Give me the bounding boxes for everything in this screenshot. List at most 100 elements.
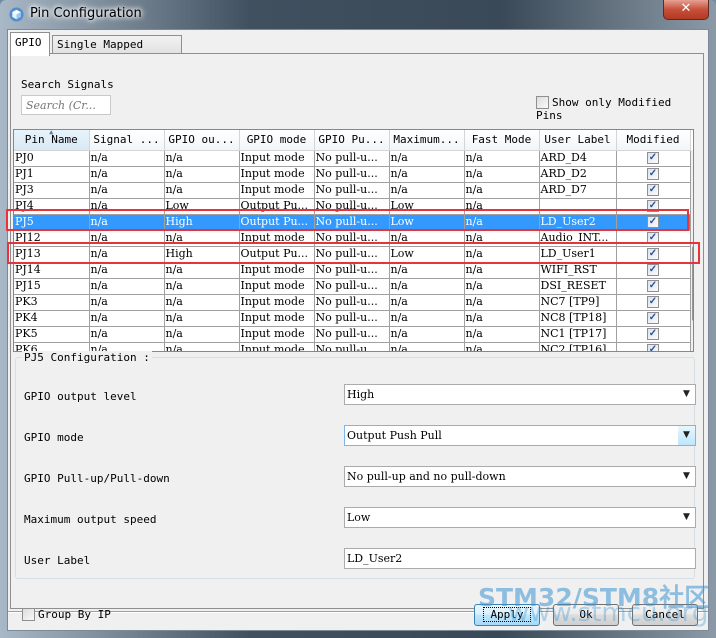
dropdown-arrow-icon[interactable]: ▼ [678,508,695,527]
gpio-pull-select[interactable]: No pull-up and no pull-down ▼ [344,466,696,487]
signal-cell: n/a [89,246,165,263]
search-signals-input[interactable] [21,95,111,115]
user-label-input[interactable]: LD_User2 [344,548,696,569]
modified-checkbox-checked-icon[interactable]: ✓ [647,280,659,292]
table-row[interactable]: PJ4 n/a Low Output Pu... No pull-u... Low n/a ✓ [14,198,691,215]
gpio-pull-cell: No pull-u... [314,326,390,343]
modified-cell: ✓ [616,246,691,263]
gpio-pull-cell: No pull-u... [314,278,390,295]
gpio-mode-select[interactable]: Output Push Pull ▼ [344,425,696,446]
pin-name-cell: PJ4 [14,198,90,215]
gpio-output-cell: n/a [164,230,240,247]
column-header-gpio-output[interactable]: GPIO ou... [164,130,240,151]
gpio-pull-cell: No pull-u... [314,246,390,263]
column-header-maximum-speed[interactable]: Maximum... [389,130,465,151]
gpio-mode-cell: Output Pu... [239,198,315,215]
dropdown-arrow-icon[interactable]: ▼ [678,426,695,445]
configuration-group-title: PJ5 Configuration : [22,351,152,364]
fast-mode-cell: n/a [464,342,540,351]
ok-button[interactable]: Ok [553,604,619,626]
close-button[interactable]: ✕ [663,0,709,20]
user-label-cell: ARD_D7 [539,182,617,199]
checkbox-unchecked-icon[interactable] [22,607,35,621]
maximum-speed-cell: n/a [389,182,465,199]
pin-name-cell: PJ3 [14,182,90,199]
gpio-output-cell: High [164,246,240,263]
apply-button[interactable]: Apply [474,604,540,626]
maximum-output-speed-value: Low [347,511,371,524]
user-label-cell: NC8 [TP18] [539,310,617,327]
maximum-output-speed-select[interactable]: Low ▼ [344,507,696,528]
table-row[interactable]: PJ14 n/a n/a Input mode No pull-u... n/a n/a WI… [14,262,691,279]
gpio-output-cell: n/a [164,262,240,279]
table-row[interactable]: PJ15 n/a n/a Input mode No pull-u... n/a n/a DS… [14,278,691,295]
title-bar[interactable]: Pin Configuration ✕ [0,0,716,29]
table-row[interactable]: PK4 n/a n/a Input mode No pull-u... n/a n/a NC8… [14,310,691,327]
modified-checkbox-checked-icon[interactable]: ✓ [647,168,659,180]
show-only-modified-pins-checkbox[interactable]: Show only Modified Pins [536,95,703,122]
modified-checkbox-checked-icon[interactable]: ✓ [647,184,659,196]
modified-checkbox-checked-icon[interactable]: ✓ [647,264,659,276]
window-title: Pin Configuration [30,6,142,21]
table-row[interactable]: PJ13 n/a High Output Pu... No pull-u... Low n/… [14,246,691,263]
modified-checkbox-checked-icon[interactable]: ✓ [647,152,659,164]
fast-mode-cell: n/a [464,262,540,279]
cancel-button[interactable]: Cancel [632,604,698,626]
signal-cell: n/a [89,214,165,231]
checkbox-unchecked-icon[interactable] [536,95,549,109]
table-row[interactable]: PJ5 n/a High Output Pu... No pull-u... Low n/a… [14,214,691,231]
dropdown-arrow-icon[interactable]: ▼ [678,467,695,486]
modified-checkbox-checked-icon[interactable]: ✓ [647,328,659,340]
fast-mode-cell: n/a [464,230,540,247]
gpio-pull-label: GPIO Pull-up/Pull-down [24,472,170,485]
tab-gpio[interactable]: GPIO [10,32,50,56]
column-header-gpio-pull[interactable]: GPIO Pu... [314,130,390,151]
table-row[interactable]: PJ3 n/a n/a Input mode No pull-u... n/a n/a ARD… [14,182,691,199]
table-row[interactable]: PK5 n/a n/a Input mode No pull-u... n/a n/a NC1… [14,326,691,343]
maximum-speed-cell: n/a [389,150,465,167]
scroll-down-arrow-icon[interactable]: ▼ [691,335,693,351]
modified-checkbox-checked-icon[interactable]: ✓ [647,216,659,228]
gpio-output-level-label: GPIO output level [24,390,137,403]
user-label-cell: LD_User1 [539,246,617,263]
table-vertical-scrollbar[interactable]: ▲ ≡ ▼ [691,150,693,351]
modified-cell: ✓ [616,150,691,167]
gpio-pull-cell: No pull-u... [314,342,390,351]
maximum-speed-cell: Low [389,246,465,263]
gpio-output-cell: n/a [164,278,240,295]
signal-cell: n/a [89,150,165,167]
dropdown-arrow-icon[interactable]: ▼ [678,385,695,404]
table-row[interactable]: PJ1 n/a n/a Input mode No pull-u... n/a n/a ARD… [14,166,691,183]
pin-name-cell: PJ12 [14,230,90,247]
column-header-gpio-mode[interactable]: GPIO mode [239,130,315,151]
table-row[interactable]: PK3 n/a n/a Input mode No pull-u... n/a n/a NC7… [14,294,691,311]
gpio-output-level-select[interactable]: High ▼ [344,384,696,405]
column-header-modified[interactable]: Modified [616,130,691,151]
modified-checkbox-checked-icon[interactable]: ✓ [647,344,659,351]
gpio-output-cell: n/a [164,150,240,167]
column-header-fast-mode[interactable]: Fast Mode [464,130,540,151]
modified-checkbox-checked-icon[interactable]: ✓ [647,296,659,308]
modified-checkbox-checked-icon[interactable]: ✓ [647,312,659,324]
scrollbar-thumb[interactable]: ≡ [692,246,693,321]
modified-checkbox-checked-icon[interactable]: ✓ [647,232,659,244]
gpio-mode-cell: Input mode [239,278,315,295]
table-row[interactable]: PJ12 n/a n/a Input mode No pull-u... n/a n/a Au… [14,230,691,247]
group-by-ip-checkbox[interactable]: Group By IP [22,607,111,621]
tab-single-mapped-signals[interactable]: Single Mapped Signals [52,35,182,69]
maximum-output-speed-label: Maximum output speed [24,513,157,526]
modified-checkbox-checked-icon[interactable]: ✓ [647,248,659,260]
fast-mode-cell: n/a [464,294,540,311]
column-header-user-label[interactable]: User Label [539,130,617,151]
table-header-row: ▲ Pin Name Signal ... GPIO ou... GPIO mod… [14,130,691,151]
app-cube-icon [9,7,24,22]
column-header-pin-name[interactable]: ▲ Pin Name [14,130,90,151]
modified-cell: ✓ [616,326,691,343]
column-header-signal[interactable]: Signal ... [89,130,165,151]
table-row[interactable]: PJ0 n/a n/a Input mode No pull-u... n/a n/a ARD… [14,150,691,167]
gpio-output-cell: n/a [164,310,240,327]
modified-checkbox-checked-icon[interactable]: ✓ [647,200,659,212]
maximum-speed-cell: n/a [389,230,465,247]
user-label-cell: WIFI_RST [539,262,617,279]
scroll-up-arrow-icon[interactable]: ▲ [691,150,693,166]
